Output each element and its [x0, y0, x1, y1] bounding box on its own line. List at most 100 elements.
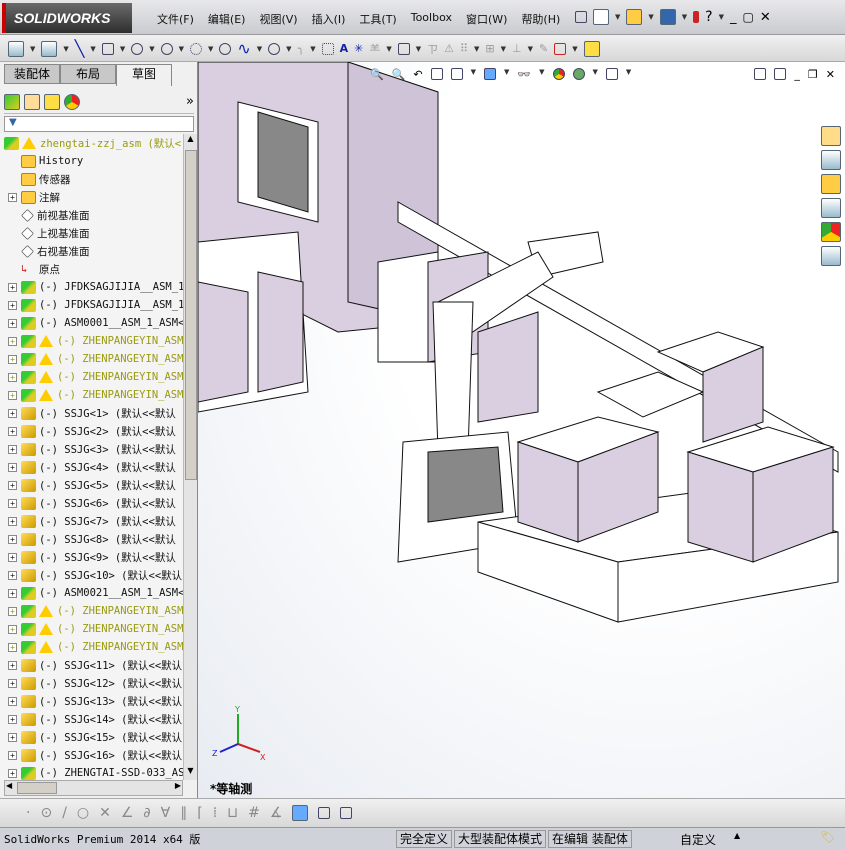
view-settings-icon[interactable] [605, 68, 618, 80]
apply-scene-icon[interactable] [572, 68, 585, 80]
intersection-icon[interactable]: ✕ [99, 805, 111, 821]
menu-item[interactable]: 视图(V) [252, 11, 304, 27]
tree-item[interactable]: + (-) SSJG<16> (默认<<默认 [0, 746, 182, 764]
angle-icon[interactable]: ∠ [121, 805, 134, 821]
corner-icon[interactable]: ⌈ [197, 805, 202, 821]
expand-icon[interactable]: + [8, 534, 17, 544]
convert-entities-icon[interactable] [397, 42, 410, 55]
filter-field[interactable]: ▼ [4, 116, 194, 132]
section-view-icon[interactable] [430, 68, 443, 80]
expand-icon[interactable]: + [8, 750, 17, 760]
tree-item[interactable]: ↳ 原点 [0, 260, 60, 278]
tree-item[interactable]: + (-) SSJG<7> (默认<<默认 [0, 512, 176, 530]
file-explorer-icon[interactable] [821, 174, 841, 194]
expand-icon[interactable]: + [8, 768, 17, 778]
expand-icon[interactable]: + [8, 354, 17, 364]
tab-assembly[interactable]: 装配体 [4, 64, 60, 84]
tangent-icon[interactable]: ∂ [143, 805, 150, 821]
point-icon[interactable]: ✳ [354, 42, 363, 55]
view-orientation-icon[interactable] [450, 68, 463, 80]
scroll-left-arrow[interactable]: ◀ [6, 781, 12, 790]
expand-icon[interactable]: + [8, 624, 17, 634]
tree-item[interactable]: + (-) ZHENPANGEYIN_ASM [0, 350, 183, 368]
menu-item[interactable]: 工具(T) [352, 11, 403, 27]
help-icon[interactable]: ? [705, 9, 712, 25]
maximize-button[interactable]: ▢ [743, 10, 754, 24]
display-style-icon[interactable] [484, 68, 497, 80]
menu-item[interactable]: 帮助(H) [514, 11, 567, 27]
point-tool-icon[interactable]: · [26, 805, 30, 821]
tree-item[interactable]: + (-) JFDKSAGJIJIA__ASM_1 [0, 278, 183, 296]
expand-icon[interactable]: + [8, 732, 17, 742]
tree-item[interactable]: + (-) SSJG<8> (默认<<默认 [0, 530, 176, 548]
tree-item[interactable]: + (-) ZHENPANGEYIN_ASM [0, 386, 183, 404]
tree-item[interactable]: 右视基准面 [0, 242, 90, 260]
appearances-icon[interactable] [821, 222, 841, 242]
hide-show-items-icon[interactable]: 👓 [517, 68, 531, 81]
rebuild-tag-icon[interactable]: 🏷 [820, 830, 835, 844]
arc-icon[interactable] [189, 42, 202, 55]
expand-panel-icon[interactable]: » [186, 94, 194, 109]
expand-icon[interactable]: + [8, 444, 17, 454]
tree-item[interactable]: zhengtai-zzj_asm (默认< [0, 134, 181, 152]
tree-item[interactable]: + (-) SSJG<4> (默认<<默认 [0, 458, 176, 476]
expand-icon[interactable]: + [8, 660, 17, 670]
tab-sketch[interactable]: 草图 [116, 64, 172, 86]
tree-item[interactable]: + (-) SSJG<3> (默认<<默认 [0, 440, 176, 458]
doc-minimize-button[interactable]: _ [794, 68, 800, 81]
new-document-icon[interactable] [593, 9, 609, 25]
linear-pattern-icon[interactable]: ⠿ [460, 42, 468, 55]
tree-horizontal-scrollbar[interactable]: ◀ ▶ [4, 780, 183, 796]
split-left-icon[interactable] [754, 68, 767, 80]
fillet-icon[interactable]: ╮ [298, 42, 305, 55]
polygon-icon[interactable] [219, 42, 232, 55]
ellipse-icon[interactable] [268, 42, 281, 55]
spline-icon[interactable]: ∿ [237, 39, 250, 58]
save-icon[interactable] [659, 9, 676, 25]
expand-icon[interactable]: + [8, 714, 17, 724]
single-view-icon[interactable] [318, 807, 331, 819]
menu-item[interactable]: 编辑(E) [201, 11, 253, 27]
tree-item[interactable]: + (-) SSJG<13> (默认<<默认 [0, 692, 182, 710]
tree-item[interactable]: + (-) JFDKSAGJIJIA__ASM_1 [0, 296, 183, 314]
quick-snaps-icon[interactable] [554, 42, 567, 55]
tree-item[interactable]: + (-) ASM0021__ASM_1_ASM< [0, 584, 183, 602]
custom-properties-icon[interactable] [821, 246, 841, 266]
line-icon[interactable]: ╲ [75, 39, 85, 58]
graphics-area[interactable]: 🔍 🔍 ↶ ▼ ▼ 👓 ▼ ▼ ▼ _ ❐ ✕ Y X Z *等轴测 [198, 62, 845, 798]
expand-icon[interactable]: + [8, 300, 17, 310]
solidworks-logo[interactable]: SOLIDWORKS [2, 3, 132, 33]
expand-icon[interactable]: + [8, 678, 17, 688]
doc-close-button[interactable]: ✕ [826, 68, 835, 81]
parallel-icon[interactable]: ∥ [180, 805, 187, 821]
move-entities-icon[interactable]: ⊞ [485, 42, 494, 55]
midpoint-icon[interactable]: ⁞ [213, 805, 217, 821]
smart-dimension-icon[interactable] [41, 40, 58, 57]
expand-icon[interactable]: + [8, 318, 17, 328]
expand-icon[interactable]: + [8, 570, 17, 580]
tree-item[interactable]: + 注解 [0, 188, 60, 206]
repair-sketch-icon[interactable]: ✎ [539, 42, 548, 55]
tree-item[interactable]: + (-) ZHENPANGEYIN_ASM [0, 332, 183, 350]
four-view-icon[interactable] [340, 807, 353, 819]
expand-icon[interactable]: + [8, 642, 17, 652]
tree-item[interactable]: + (-) SSJG<6> (默认<<默认 [0, 494, 176, 512]
expand-icon[interactable]: + [8, 372, 17, 382]
rectangle-icon[interactable] [101, 42, 114, 55]
center-point-icon[interactable]: ⊙ [40, 805, 52, 821]
menu-item[interactable]: Toolbox [404, 11, 459, 27]
tree-item[interactable]: History [0, 152, 83, 170]
display-manager-icon[interactable] [64, 93, 80, 110]
pin-icon[interactable] [575, 11, 587, 23]
scroll-up-arrow[interactable]: ▲ [184, 134, 197, 148]
expand-icon[interactable]: + [8, 480, 17, 490]
scroll-down-arrow[interactable]: ▼ [184, 766, 197, 780]
expand-icon[interactable]: + [8, 336, 17, 346]
rebuild-icon[interactable] [693, 11, 700, 23]
grid-icon[interactable]: # [248, 805, 260, 821]
offset-icon[interactable]: ㄗ [427, 41, 438, 57]
property-manager-icon[interactable] [24, 93, 40, 110]
tree-item[interactable]: + (-) ZHENPANGEYIN_ASM [0, 368, 183, 386]
expand-icon[interactable]: + [8, 390, 17, 400]
zoom-to-fit-icon[interactable]: 🔍 [370, 68, 384, 81]
